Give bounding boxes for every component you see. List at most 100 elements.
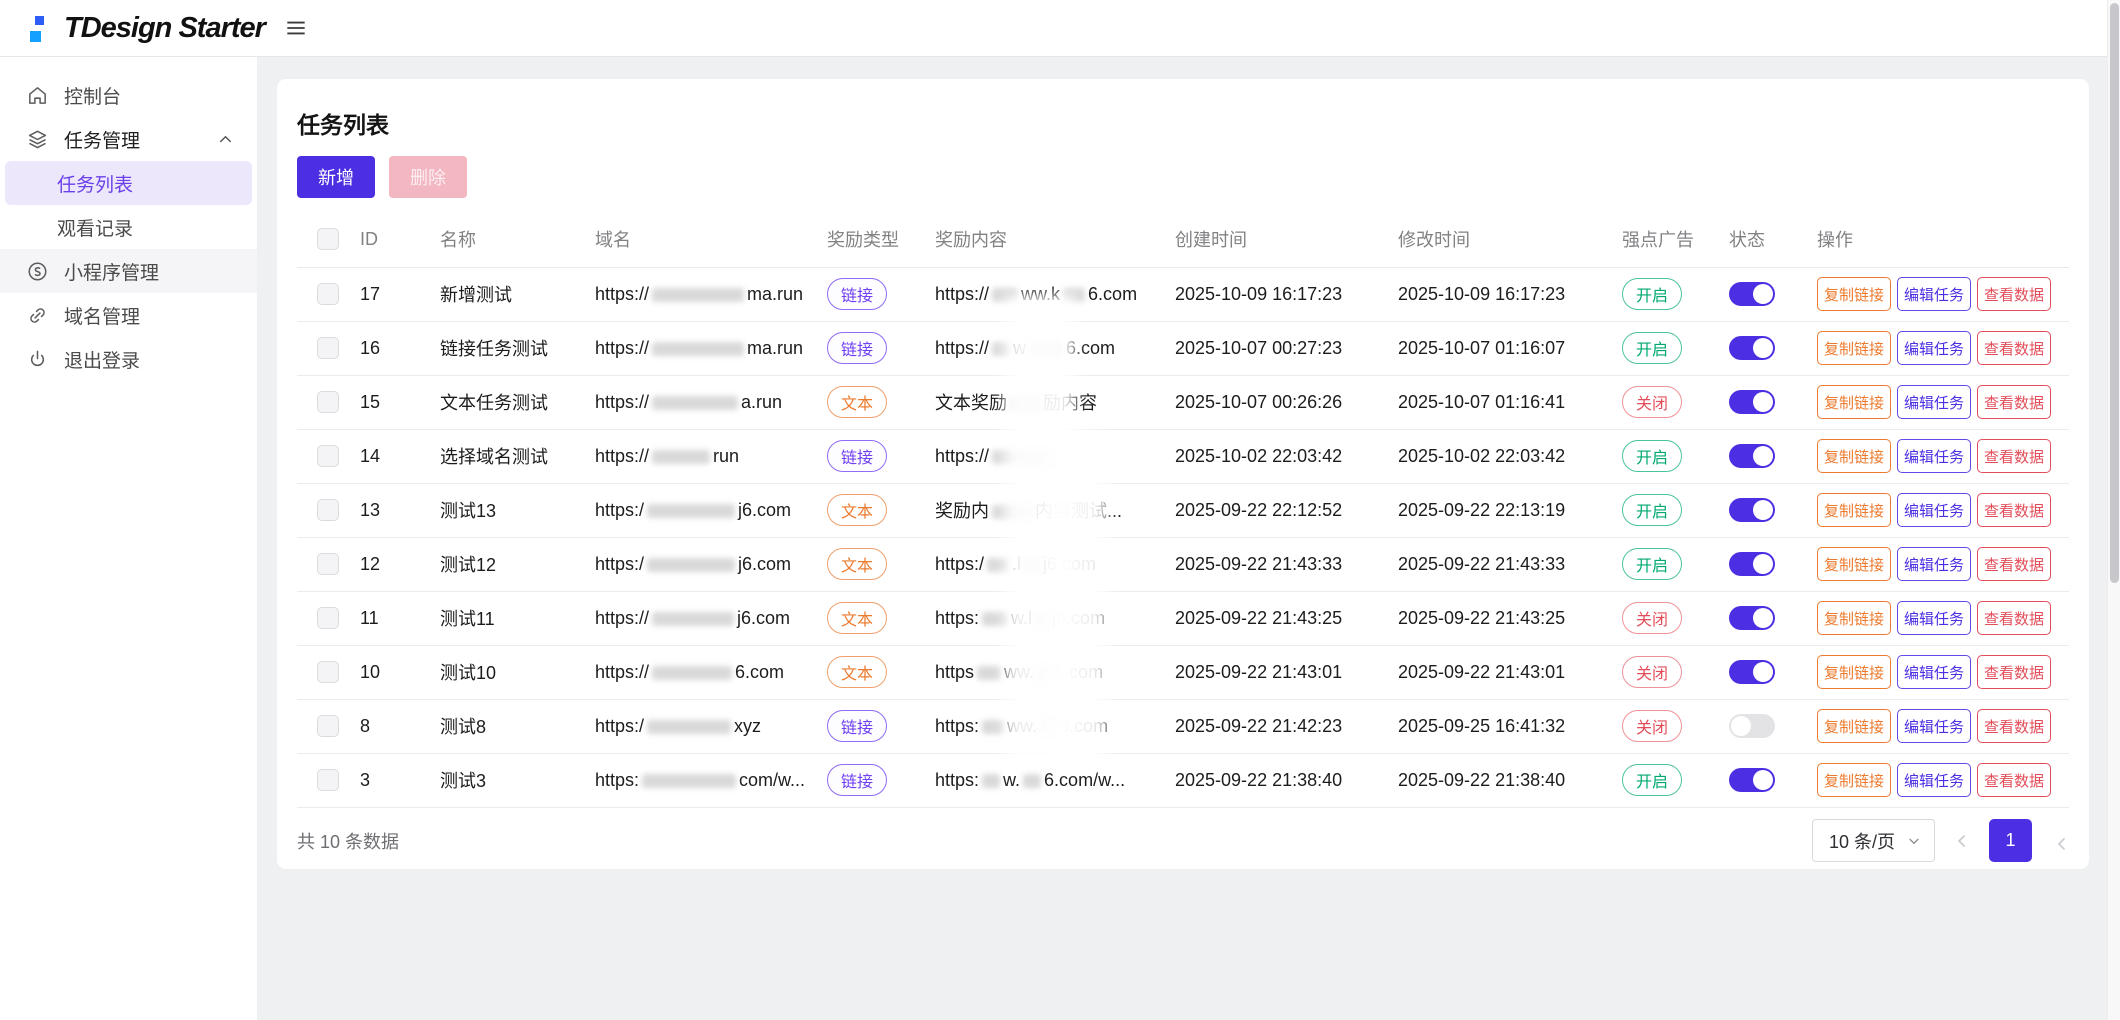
next-page-button[interactable] [2049, 831, 2069, 851]
copy-link-button[interactable]: 复制链接 [1817, 439, 1892, 473]
status-toggle[interactable] [1729, 552, 1775, 576]
add-button[interactable]: 新增 [297, 156, 375, 198]
copy-link-button[interactable]: 复制链接 [1817, 331, 1892, 365]
view-data-button[interactable]: 查看数据 [1977, 655, 2052, 689]
row-checkbox[interactable] [317, 715, 339, 737]
cell-status [1728, 591, 1816, 646]
row-checkbox[interactable] [317, 661, 339, 683]
sidebar-item-console[interactable]: 控制台 [0, 73, 257, 117]
view-data-button[interactable]: 查看数据 [1977, 493, 2052, 527]
edit-task-button[interactable]: 编辑任务 [1897, 439, 1972, 473]
row-checkbox[interactable] [317, 553, 339, 575]
menu-collapse-icon[interactable] [283, 15, 309, 41]
cell-modified: 2025-10-07 01:16:07 [1397, 321, 1621, 376]
current-page-button[interactable]: 1 [1989, 819, 2032, 862]
view-data-button[interactable]: 查看数据 [1977, 331, 2052, 365]
prev-page-button[interactable] [1952, 831, 1972, 851]
status-toggle[interactable] [1729, 606, 1775, 630]
cell-ad-status: 开启 [1621, 267, 1728, 322]
cell-domain: https://6.com [594, 645, 826, 700]
row-checkbox[interactable] [317, 337, 339, 359]
status-toggle[interactable] [1729, 444, 1775, 468]
status-toggle[interactable] [1729, 714, 1775, 738]
chevron-up-icon [216, 130, 235, 149]
scrollbar-thumb[interactable] [2110, 3, 2119, 583]
cell-actions: 复制链接 编辑任务 查看数据 [1816, 375, 2069, 430]
cell-name: 测试11 [439, 591, 594, 646]
edit-task-button[interactable]: 编辑任务 [1897, 493, 1972, 527]
copy-link-button[interactable]: 复制链接 [1817, 547, 1892, 581]
cell-id: 8 [359, 699, 439, 754]
row-checkbox[interactable] [317, 391, 339, 413]
cell-reward-type: 链接 [826, 321, 934, 376]
cell-actions: 复制链接 编辑任务 查看数据 [1816, 537, 2069, 592]
sidebar-item-domain-management[interactable]: 域名管理 [0, 293, 257, 337]
cell-ad-status: 开启 [1621, 429, 1728, 484]
cell-reward-content: https: ww. 6.com [934, 699, 1174, 754]
copy-link-button[interactable]: 复制链接 [1817, 601, 1892, 635]
view-data-button[interactable]: 查看数据 [1977, 601, 2052, 635]
reward-type-tag: 链接 [827, 710, 888, 742]
status-toggle[interactable] [1729, 498, 1775, 522]
view-data-button[interactable]: 查看数据 [1977, 277, 2052, 311]
edit-task-button[interactable]: 编辑任务 [1897, 601, 1972, 635]
view-data-button[interactable]: 查看数据 [1977, 385, 2052, 419]
cell-reward-content: https:// [934, 429, 1174, 484]
cell-actions: 复制链接 编辑任务 查看数据 [1816, 645, 2069, 700]
cell-name: 测试13 [439, 483, 594, 538]
status-toggle[interactable] [1729, 660, 1775, 684]
status-toggle[interactable] [1729, 768, 1775, 792]
table-row: 10 测试10 https://6.com 文本 https ww. 6.com 2025-0… [297, 645, 2069, 700]
row-checkbox[interactable] [317, 283, 339, 305]
cell-reward-type: 文本 [826, 375, 934, 430]
row-select-cell [297, 699, 359, 754]
redacted-text [652, 287, 745, 302]
cell-reward-type: 文本 [826, 483, 934, 538]
redacted-text [992, 341, 1011, 356]
cell-modified: 2025-09-22 22:13:19 [1397, 483, 1621, 538]
copy-link-button[interactable]: 复制链接 [1817, 655, 1892, 689]
sidebar-item-logout[interactable]: 退出登录 [0, 337, 257, 381]
copy-link-button[interactable]: 复制链接 [1817, 277, 1892, 311]
view-data-button[interactable]: 查看数据 [1977, 439, 2052, 473]
page-size-select[interactable]: 10 条/页 [1811, 819, 1935, 862]
copy-link-button[interactable]: 复制链接 [1817, 709, 1892, 743]
cell-status [1728, 537, 1816, 592]
edit-task-button[interactable]: 编辑任务 [1897, 547, 1972, 581]
ad-status-tag: 开启 [1622, 764, 1683, 796]
edit-task-button[interactable]: 编辑任务 [1897, 277, 1972, 311]
delete-button[interactable]: 删除 [389, 156, 467, 198]
edit-task-button[interactable]: 编辑任务 [1897, 763, 1972, 797]
copy-link-button[interactable]: 复制链接 [1817, 763, 1892, 797]
row-checkbox[interactable] [317, 769, 339, 791]
redacted-text [992, 287, 1019, 302]
status-toggle[interactable] [1729, 282, 1775, 306]
cell-reward-type: 链接 [826, 753, 934, 808]
edit-task-button[interactable]: 编辑任务 [1897, 709, 1972, 743]
view-data-button[interactable]: 查看数据 [1977, 547, 2052, 581]
sidebar-item-task-management[interactable]: 任务管理 [0, 117, 257, 161]
row-checkbox[interactable] [317, 499, 339, 521]
cell-id: 16 [359, 321, 439, 376]
cell-actions: 复制链接 编辑任务 查看数据 [1816, 699, 2069, 754]
sidebar-item-watch-records[interactable]: 观看记录 [0, 205, 257, 249]
cell-actions: 复制链接 编辑任务 查看数据 [1816, 429, 2069, 484]
sidebar-item-task-list[interactable]: 任务列表 [5, 161, 252, 205]
select-all-checkbox[interactable] [317, 228, 339, 251]
row-checkbox[interactable] [317, 607, 339, 629]
copy-link-button[interactable]: 复制链接 [1817, 493, 1892, 527]
page-scrollbar[interactable] [2107, 0, 2120, 1020]
edit-task-button[interactable]: 编辑任务 [1897, 331, 1972, 365]
edit-task-button[interactable]: 编辑任务 [1897, 385, 1972, 419]
column-header: 创建时间 [1174, 212, 1397, 268]
cell-created: 2025-10-07 00:27:23 [1174, 321, 1397, 376]
cell-modified: 2025-09-22 21:43:25 [1397, 591, 1621, 646]
status-toggle[interactable] [1729, 390, 1775, 414]
row-checkbox[interactable] [317, 445, 339, 467]
status-toggle[interactable] [1729, 336, 1775, 360]
sidebar-item-miniprogram[interactable]: 小程序管理 [0, 249, 257, 293]
view-data-button[interactable]: 查看数据 [1977, 763, 2052, 797]
view-data-button[interactable]: 查看数据 [1977, 709, 2052, 743]
copy-link-button[interactable]: 复制链接 [1817, 385, 1892, 419]
edit-task-button[interactable]: 编辑任务 [1897, 655, 1972, 689]
